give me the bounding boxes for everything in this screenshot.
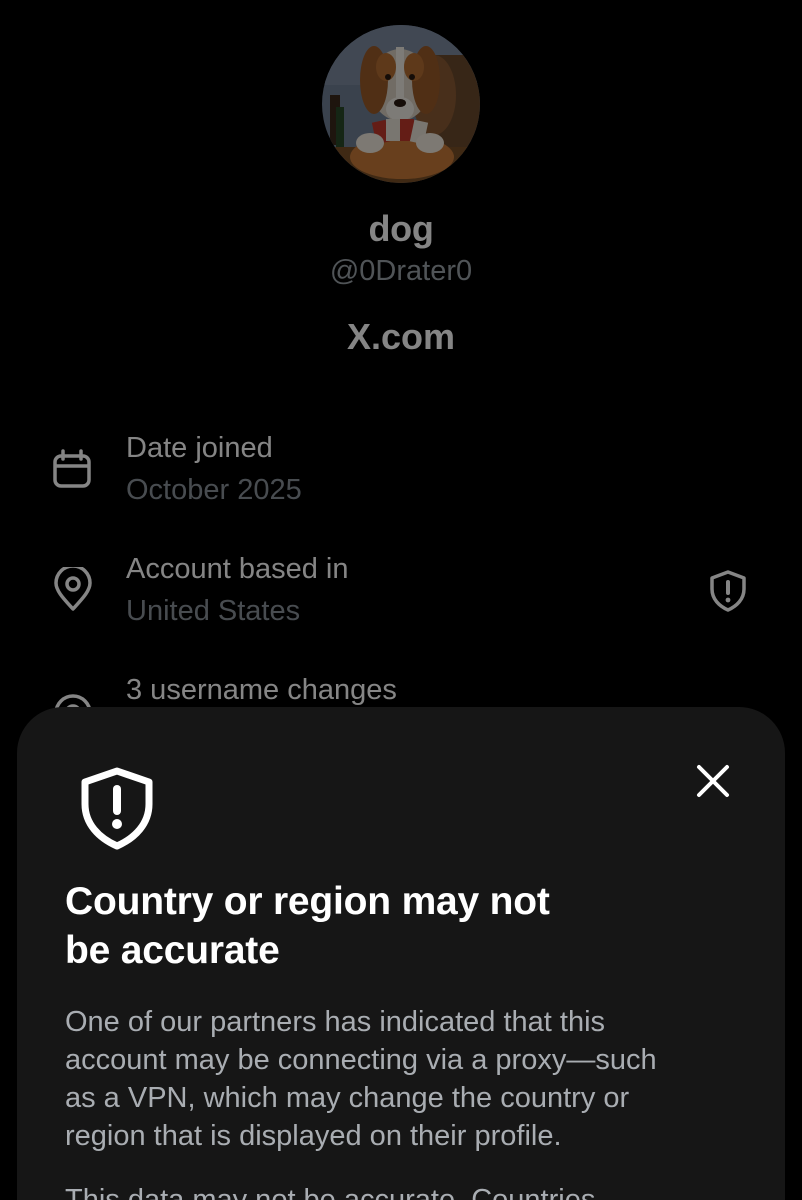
close-icon[interactable] xyxy=(689,757,737,805)
sheet-description-line-1: One of our partners has indicated that t… xyxy=(65,1006,606,1038)
account-based-in-value: United States xyxy=(126,595,301,627)
date-joined-row: Date joined October 2025 xyxy=(0,430,802,530)
shield-exclamation-icon xyxy=(81,767,153,850)
website-link[interactable]: X.com xyxy=(0,316,802,358)
sheet-title-line-1: Country or region may not xyxy=(65,880,550,923)
sheet-description-2: This data may not be accurate. Countries xyxy=(65,1184,596,1200)
account-based-in-row: Account based in United States xyxy=(0,551,802,651)
date-joined-label: Date joined xyxy=(126,432,273,464)
username-handle: @0Drater0 xyxy=(329,255,473,287)
sheet-description: One of our partners has indicated that t… xyxy=(65,1003,755,1155)
account-based-in-label: Account based in xyxy=(126,553,349,585)
sheet-description-line-3: as a VPN, which may change the country o… xyxy=(65,1082,630,1114)
sheet-description-line-2: account may be connecting via a proxy—su… xyxy=(65,1044,657,1076)
location-pin-icon xyxy=(54,567,92,611)
sheet-title-line-2: be accurate xyxy=(65,929,280,972)
dog-poker-painting-avatar-icon xyxy=(322,25,480,183)
screen: dog @0Drater0 X.com Date joined October … xyxy=(0,0,802,1200)
sheet-description-line-4: region that is displayed on their profil… xyxy=(65,1120,562,1152)
proxy-warning-sheet: Country or region may not be accurate On… xyxy=(17,707,785,1200)
sheet-title: Country or region may not be accurate xyxy=(65,877,665,975)
display-name: dog xyxy=(368,208,434,249)
date-joined-value: October 2025 xyxy=(126,474,302,506)
shield-alert-icon[interactable] xyxy=(706,569,750,613)
avatar[interactable] xyxy=(322,25,480,183)
calendar-icon xyxy=(53,449,91,488)
username-changes-label[interactable]: 3 username changes xyxy=(126,674,397,707)
